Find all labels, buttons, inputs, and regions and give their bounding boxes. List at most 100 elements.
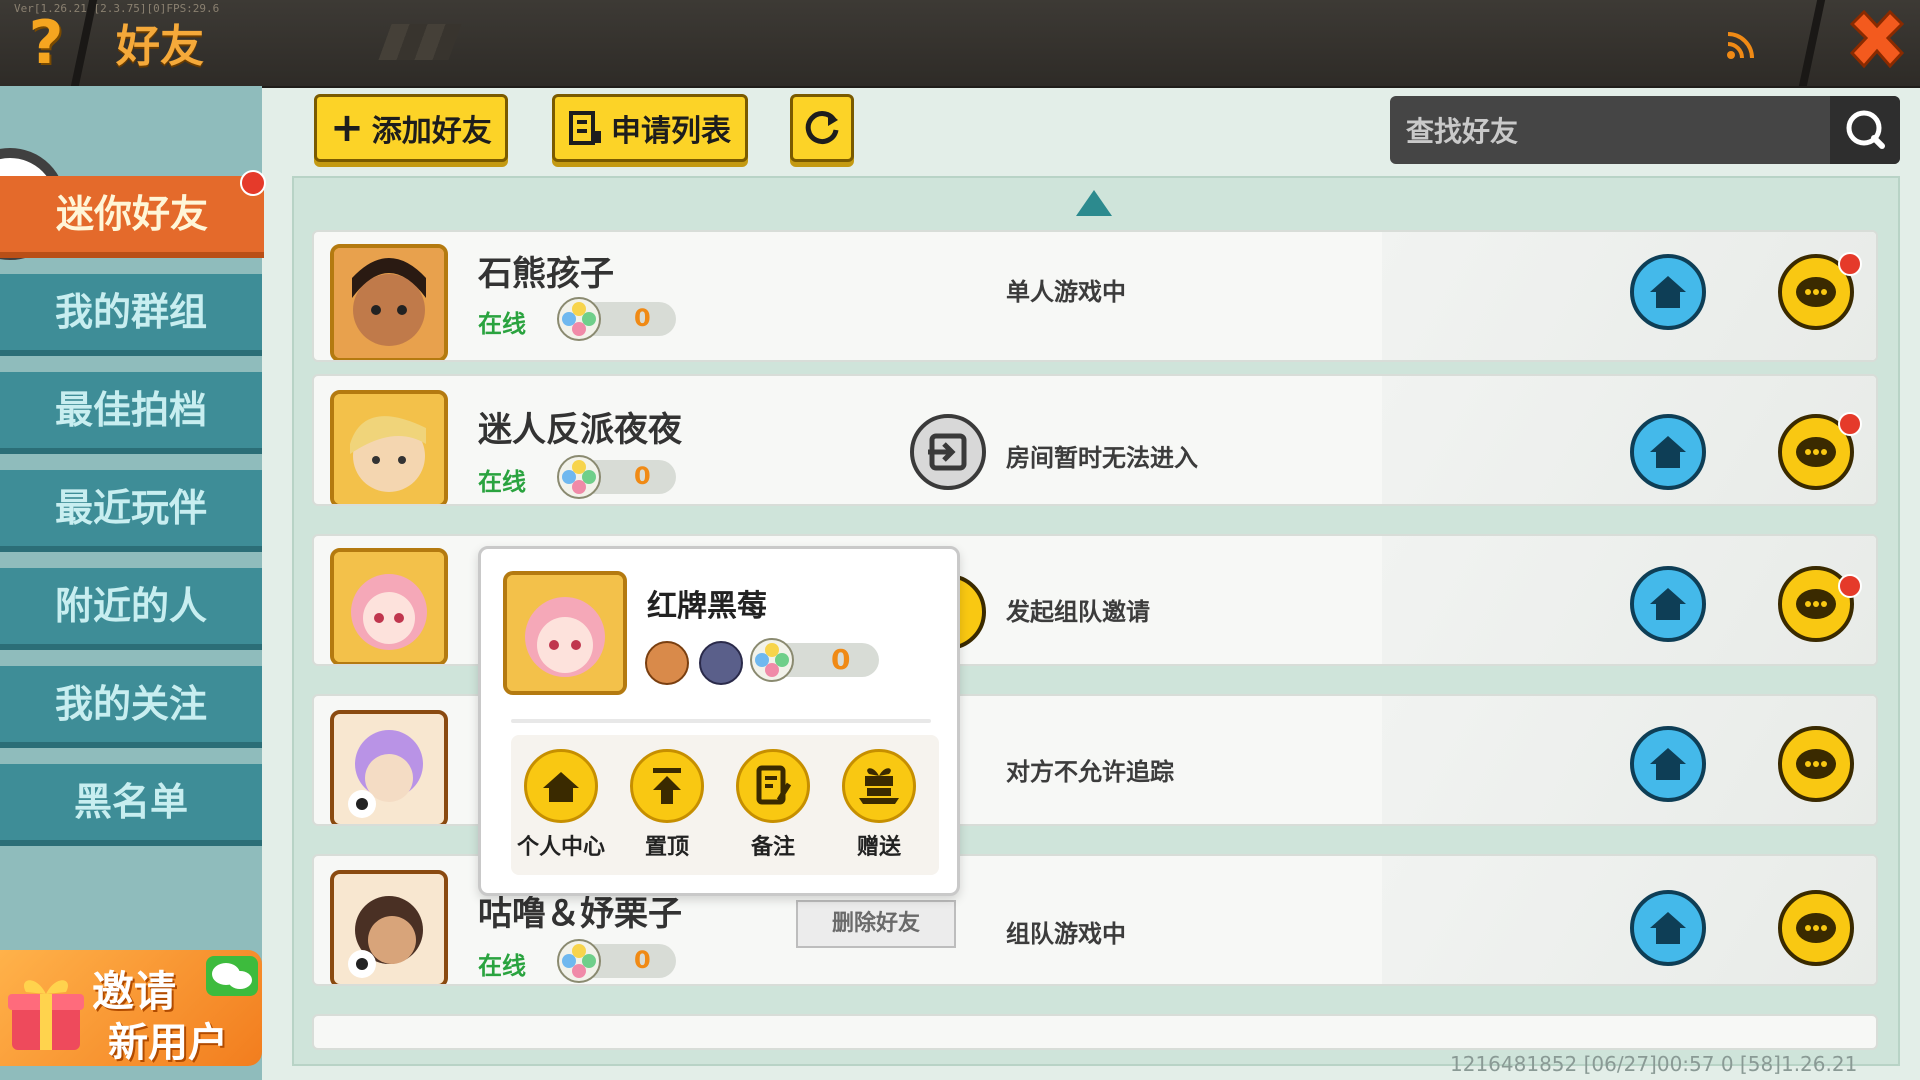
friend-avatar[interactable]: [330, 244, 448, 360]
profile-label: 个人中心: [516, 835, 605, 860]
delete-friend-button[interactable]: 删除好友: [796, 900, 956, 948]
search-icon: [1846, 110, 1885, 149]
list-icon: [569, 111, 601, 145]
unread-dot: [1838, 412, 1862, 436]
refresh-icon: [805, 111, 839, 145]
chat-button[interactable]: [1778, 726, 1854, 802]
rank-badge-icon: [699, 641, 743, 685]
unread-dot: [1838, 252, 1862, 276]
remark-button[interactable]: 备注: [723, 749, 823, 869]
friend-status: 组队游戏中: [1006, 920, 1126, 948]
flower-icon: [557, 939, 601, 983]
friend-avatar[interactable]: [330, 870, 448, 984]
wechat-icon: [206, 956, 258, 996]
online-status: 在线: [478, 310, 526, 338]
scroll-up-arrow-icon[interactable]: [1076, 190, 1112, 216]
home-button[interactable]: [1630, 254, 1706, 330]
divider: [1798, 0, 1826, 86]
footer-info: 1216481852 [06/27]00:57 0 [58]1.26.21: [1450, 1052, 1858, 1076]
score-value: 0: [634, 462, 651, 490]
friend-status: 对方不允许追踪: [1006, 758, 1174, 786]
friend-avatar[interactable]: [330, 710, 448, 824]
flower-icon: [557, 297, 601, 341]
sidebar-item-recent-players[interactable]: 最近玩伴: [0, 470, 262, 552]
sidebar-item-mini-friends[interactable]: 迷你好友: [0, 176, 264, 258]
chat-button[interactable]: [1778, 890, 1854, 966]
home-icon: [1650, 436, 1686, 468]
friend-avatar[interactable]: [330, 390, 448, 504]
online-status: 在线: [478, 468, 526, 496]
enter-icon: [928, 433, 967, 471]
home-icon: [543, 772, 579, 802]
score-value: 0: [831, 643, 851, 676]
invite-new-user-banner[interactable]: 邀请 新用户: [0, 950, 262, 1066]
home-icon: [1650, 748, 1686, 780]
unread-dot: [1838, 574, 1862, 598]
popup-friend-name: 红牌黑莓: [647, 589, 767, 624]
home-button[interactable]: [1630, 414, 1706, 490]
flower-icon: [557, 455, 601, 499]
popup-avatar[interactable]: [503, 571, 627, 695]
popup-actions: 个人中心 置顶 备注 赠送: [511, 735, 939, 875]
friend-row[interactable]: [312, 1014, 1878, 1050]
search-bar: [1390, 96, 1900, 164]
score-value: 0: [634, 946, 651, 974]
friend-status: 房间暂时无法进入: [1006, 444, 1198, 472]
friend-status: 发起组队邀请: [1006, 598, 1150, 626]
top-bar: Ver[1.26.21][2.3.75][0]FPS:29.6 ? 好友: [0, 0, 1920, 88]
add-friend-label: 添加好友: [371, 114, 492, 149]
friend-name: 石熊孩子: [478, 254, 614, 294]
help-button[interactable]: ?: [18, 8, 74, 78]
pin-top-button[interactable]: 置顶: [617, 749, 717, 869]
close-icon[interactable]: [1840, 6, 1914, 80]
divider: [511, 719, 931, 723]
home-button[interactable]: [1630, 726, 1706, 802]
friend-row[interactable]: 迷人反派夜夜 在线 0 房间暂时无法进入: [312, 374, 1878, 506]
gift-label: 赠送: [856, 835, 901, 860]
home-button[interactable]: [1630, 890, 1706, 966]
add-friend-button[interactable]: + 添加好友: [314, 94, 508, 162]
remark-label: 备注: [750, 835, 795, 860]
request-list-label: 申请列表: [611, 114, 731, 149]
pin-top-label: 置顶: [644, 835, 689, 860]
gift-icon: [8, 980, 84, 1050]
home-button[interactable]: [1630, 566, 1706, 642]
score-badge: 0: [750, 638, 879, 682]
refresh-button[interactable]: [790, 94, 854, 162]
score-badge: 0: [557, 455, 676, 499]
friend-name: 迷人反派夜夜: [478, 410, 682, 450]
score-badge: 0: [557, 297, 676, 341]
friend-row[interactable]: 石熊孩子 在线 0 单人游戏中: [312, 230, 1878, 362]
request-list-button[interactable]: 申请列表: [552, 94, 748, 162]
sidebar-item-nearby[interactable]: 附近的人: [0, 568, 262, 650]
flower-icon: [750, 638, 794, 682]
search-input[interactable]: [1404, 106, 1808, 156]
signal-icon: [1727, 32, 1754, 59]
sidebar-item-blacklist[interactable]: 黑名单: [0, 764, 262, 846]
search-button[interactable]: [1830, 96, 1900, 164]
new-user-label: 新用户: [108, 1020, 228, 1066]
page-title: 好友: [116, 21, 204, 72]
enter-room-button[interactable]: [910, 414, 986, 490]
notification-dot: [240, 170, 266, 196]
edit-icon: [756, 765, 792, 805]
pin-top-icon: [653, 768, 681, 804]
sidebar-item-best-partner[interactable]: 最佳拍档: [0, 372, 262, 454]
decoration: [378, 24, 462, 60]
friend-status: 单人游戏中: [1006, 278, 1126, 306]
home-icon: [1650, 912, 1686, 944]
profile-button[interactable]: 个人中心: [511, 749, 611, 869]
plus-icon: +: [330, 105, 364, 151]
score-value: 0: [634, 304, 651, 332]
sidebar-item-my-groups[interactable]: 我的群组: [0, 274, 262, 356]
home-icon: [1650, 276, 1686, 308]
gift-button[interactable]: 赠送: [829, 749, 929, 869]
friend-avatar[interactable]: [330, 548, 448, 664]
chat-icon: [1796, 913, 1836, 943]
score-badge: 0: [557, 939, 676, 983]
medal-icon: [645, 641, 689, 685]
gift-icon: [859, 768, 899, 804]
sidebar-item-following[interactable]: 我的关注: [0, 666, 262, 748]
home-icon: [1650, 588, 1686, 620]
chat-icon: [1796, 749, 1836, 779]
